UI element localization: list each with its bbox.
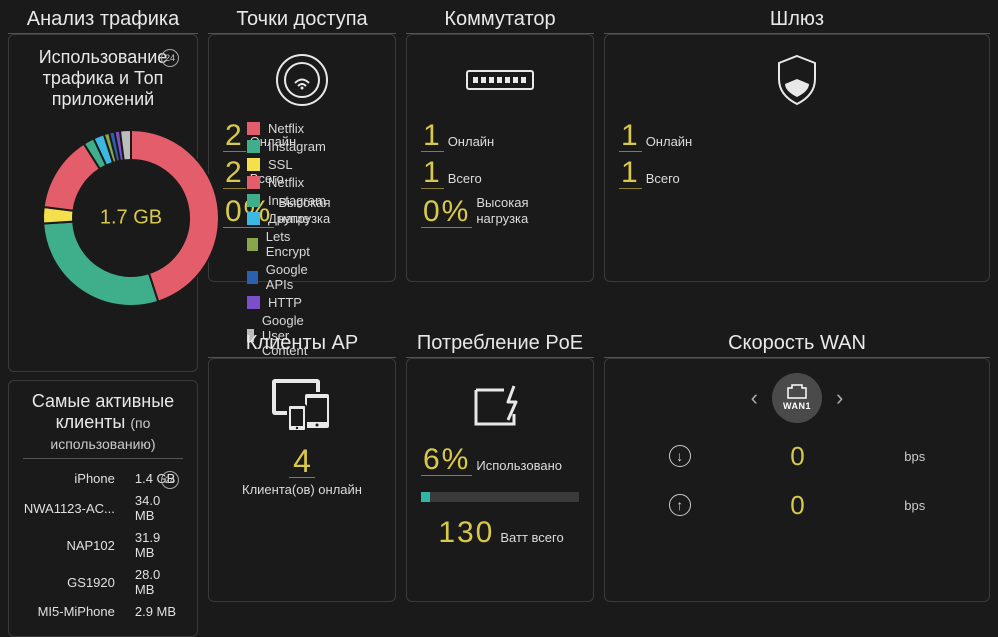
legend-swatch [247, 271, 258, 284]
wan-card[interactable]: ‹ WAN1 › ↓ 0 bps ↑ 0 bps [604, 358, 990, 602]
download-icon: ↓ [669, 445, 691, 467]
switch-online-value: 1 [421, 121, 444, 152]
client-value: 34.0 MB [135, 493, 183, 523]
switch-total-label: Всего [448, 171, 482, 189]
section-header-ap: Точки доступа [208, 4, 396, 34]
clients-count: 4 [289, 445, 315, 478]
client-row[interactable]: MI5-MiPhone 2.9 MB [23, 604, 183, 619]
switch-online-label: Онлайн [448, 134, 495, 152]
legend-label: Instagram [268, 193, 326, 208]
legend-swatch [247, 122, 260, 135]
wifi-icon [223, 45, 381, 115]
client-name: MI5-MiPhone [23, 604, 115, 619]
chevron-right-icon[interactable]: › [836, 385, 843, 411]
client-value: 31.9 MB [135, 530, 183, 560]
gateway-online-value: 1 [619, 121, 642, 152]
legend-item[interactable]: SSL [247, 157, 326, 172]
active-clients-card[interactable]: Самые активные клиенты (по использованию… [8, 380, 198, 637]
legend-item[interactable]: Instagram [247, 139, 326, 154]
legend-label: Instagram [268, 139, 326, 154]
client-row[interactable]: iPhone1.4 GB [23, 471, 183, 486]
legend-swatch [247, 296, 260, 309]
wan-down-value: 0 [790, 441, 804, 472]
switch-icon [421, 45, 579, 115]
poe-used-label: Использовано [476, 458, 562, 476]
legend-label: Netflix [268, 175, 304, 190]
legend-label: Другие [268, 211, 310, 226]
wan-up-value: 0 [790, 490, 804, 521]
clients-label: Клиента(ов) онлайн [223, 482, 381, 497]
battery-bolt-icon [421, 369, 579, 439]
switch-load-value: 0% [421, 197, 472, 228]
legend-label: Netflix [268, 121, 304, 136]
poe-used-value: 6% [421, 445, 472, 476]
wan-interface-label: WAN1 [783, 401, 811, 411]
legend-label: HTTP [268, 295, 302, 310]
legend-label: Lets Encrypt [266, 229, 326, 259]
chart-legend: Netflix Instagram SSL Netflix Instagram Други… [247, 118, 326, 361]
gateway-card[interactable]: 1 Онлайн 1 Всего [604, 34, 990, 282]
client-row[interactable]: NAP102 31.9 MB [23, 530, 183, 560]
chart-title-text: Использование трафика и Топ приложений [39, 47, 168, 109]
wan-up-unit: bps [904, 498, 925, 513]
legend-item[interactable]: Lets Encrypt [247, 229, 326, 259]
poe-watt-value: 130 [436, 518, 496, 548]
legend-swatch [247, 158, 260, 171]
upload-icon: ↑ [669, 494, 691, 516]
switch-card[interactable]: 1 Онлайн 1 Всего 0% Высокая нагрузка [406, 34, 594, 282]
switch-load-label: Высокая нагрузка [476, 195, 576, 228]
gateway-online-label: Онлайн [646, 134, 693, 152]
chevron-left-icon[interactable]: ‹ [751, 385, 758, 411]
legend-label: Google APIs [266, 262, 326, 292]
section-header-poe: Потребление PoE [406, 328, 594, 358]
active-clients-title: Самые активные клиенты [32, 391, 174, 432]
legend-swatch [247, 140, 260, 153]
legend-item[interactable]: Instagram [247, 193, 326, 208]
devices-icon [223, 369, 381, 439]
section-header-gateway: Шлюз [604, 4, 990, 34]
client-value: 2.9 MB [135, 604, 183, 619]
client-row[interactable]: NWA1123-AC... 34.0 MB [23, 493, 183, 523]
client-name: GS1920 [23, 575, 115, 590]
traffic-card[interactable]: Использование трафика и Топ приложений 2… [8, 34, 198, 372]
gateway-total-label: Всего [646, 171, 680, 189]
legend-item[interactable]: HTTP [247, 295, 326, 310]
switch-total-value: 1 [421, 158, 444, 189]
wan-down-unit: bps [904, 449, 925, 464]
client-name: iPhone [23, 471, 115, 486]
client-value: 28.0 MB [135, 567, 183, 597]
poe-bar [421, 492, 579, 502]
time-badge-icon[interactable]: 24 [161, 471, 179, 489]
poe-watt-label: Ватт всего [500, 530, 563, 548]
donut-total: 1.7 GB [100, 207, 162, 230]
section-header-ap-clients: Клиенты AP [208, 328, 396, 358]
section-header-wan: Скорость WAN [604, 328, 990, 358]
legend-item[interactable]: Netflix [247, 121, 326, 136]
wan-interface-badge[interactable]: WAN1 [772, 373, 822, 423]
client-name: NWA1123-AC... [23, 501, 115, 516]
port-icon [786, 384, 808, 400]
legend-swatch [247, 176, 260, 189]
legend-label: SSL [268, 157, 293, 172]
legend-swatch [247, 212, 260, 225]
ap-clients-card[interactable]: 4 Клиента(ов) онлайн [208, 358, 396, 602]
client-name: NAP102 [23, 538, 115, 553]
time-badge-icon[interactable]: 24 [161, 49, 179, 67]
donut-chart: 1.7 GB [31, 118, 231, 318]
gateway-total-value: 1 [619, 158, 642, 189]
shield-icon [619, 45, 975, 115]
legend-swatch [247, 238, 258, 251]
legend-item[interactable]: Google APIs [247, 262, 326, 292]
section-header-traffic: Анализ трафика [8, 4, 198, 34]
legend-item[interactable]: Netflix [247, 175, 326, 190]
client-row[interactable]: GS1920 28.0 MB [23, 567, 183, 597]
section-header-switch: Коммутатор [406, 4, 594, 34]
legend-swatch [247, 194, 260, 207]
legend-item[interactable]: Другие [247, 211, 326, 226]
poe-card[interactable]: 6% Использовано 130 Ватт всего [406, 358, 594, 602]
